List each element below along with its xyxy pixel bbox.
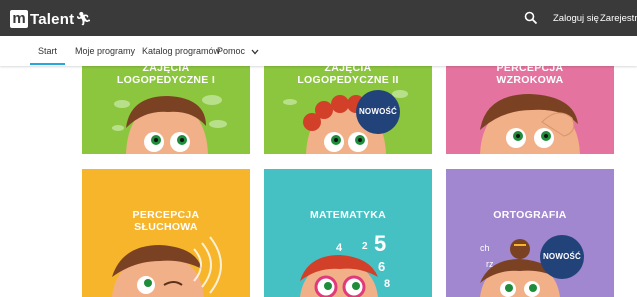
girl-illustration	[283, 90, 408, 154]
new-badge: NOWOŚĆ	[356, 90, 400, 134]
boy-looking-illustration	[480, 94, 580, 154]
nav-program-catalog[interactable]: Katalog programów	[142, 46, 220, 56]
math-number: 4	[336, 242, 343, 254]
nav-start[interactable]: Start	[38, 46, 57, 56]
register-link[interactable]: Zarejestruj s	[600, 13, 637, 24]
program-tile-speech-therapy-2[interactable]: ZAJĘCIA LOGOPEDYCZNE II NOWOŚĆ	[264, 66, 432, 154]
math-number: 5	[374, 231, 386, 256]
ortho-letter: ch	[480, 243, 490, 253]
program-tile-speech-therapy-1[interactable]: ZAJĘCIA LOGOPEDYCZNE I	[82, 66, 250, 154]
logo-letter: m	[10, 10, 28, 28]
boy-illustration	[112, 95, 227, 154]
program-tile-orthography[interactable]: ORTOGRAFIA ch rz ż NOWOŚĆ	[446, 169, 614, 297]
new-badge: NOWOŚĆ	[540, 235, 584, 279]
logo-figure-icon: 🏃︎	[75, 11, 92, 26]
program-tile-auditory-perception[interactable]: PERCEPCJA SŁUCHOWA	[82, 169, 250, 297]
girl-glasses-illustration: 4 2 5 6 8	[300, 231, 390, 297]
search-icon[interactable]	[524, 11, 538, 25]
top-bar: m Talent 🏃︎ Zaloguj się Zarejestruj s	[0, 0, 637, 36]
boy-listening-illustration	[112, 236, 222, 297]
math-number: 6	[378, 259, 385, 274]
nav-help-label: Pomoc	[217, 46, 246, 56]
main-navigation: Start Moje programy Katalog programów Po…	[0, 36, 637, 66]
program-tile-math[interactable]: MATEMATYKA 4 2 5 6 8	[264, 169, 432, 297]
chevron-down-icon	[251, 49, 259, 55]
program-tile-visual-perception[interactable]: PERCEPCJA WZROKOWA	[446, 66, 614, 154]
active-tab-indicator	[30, 63, 65, 65]
nav-my-programs[interactable]: Moje programy	[75, 46, 135, 56]
math-number: 8	[384, 278, 390, 290]
nav-help[interactable]: Pomoc	[217, 46, 259, 56]
logo-text: Talent	[30, 10, 75, 28]
mtalent-logo[interactable]: m Talent 🏃︎	[10, 9, 92, 29]
girl-bun-illustration: ch rz ż	[480, 239, 560, 297]
math-number: 2	[362, 241, 368, 252]
login-link[interactable]: Zaloguj się	[553, 13, 599, 24]
